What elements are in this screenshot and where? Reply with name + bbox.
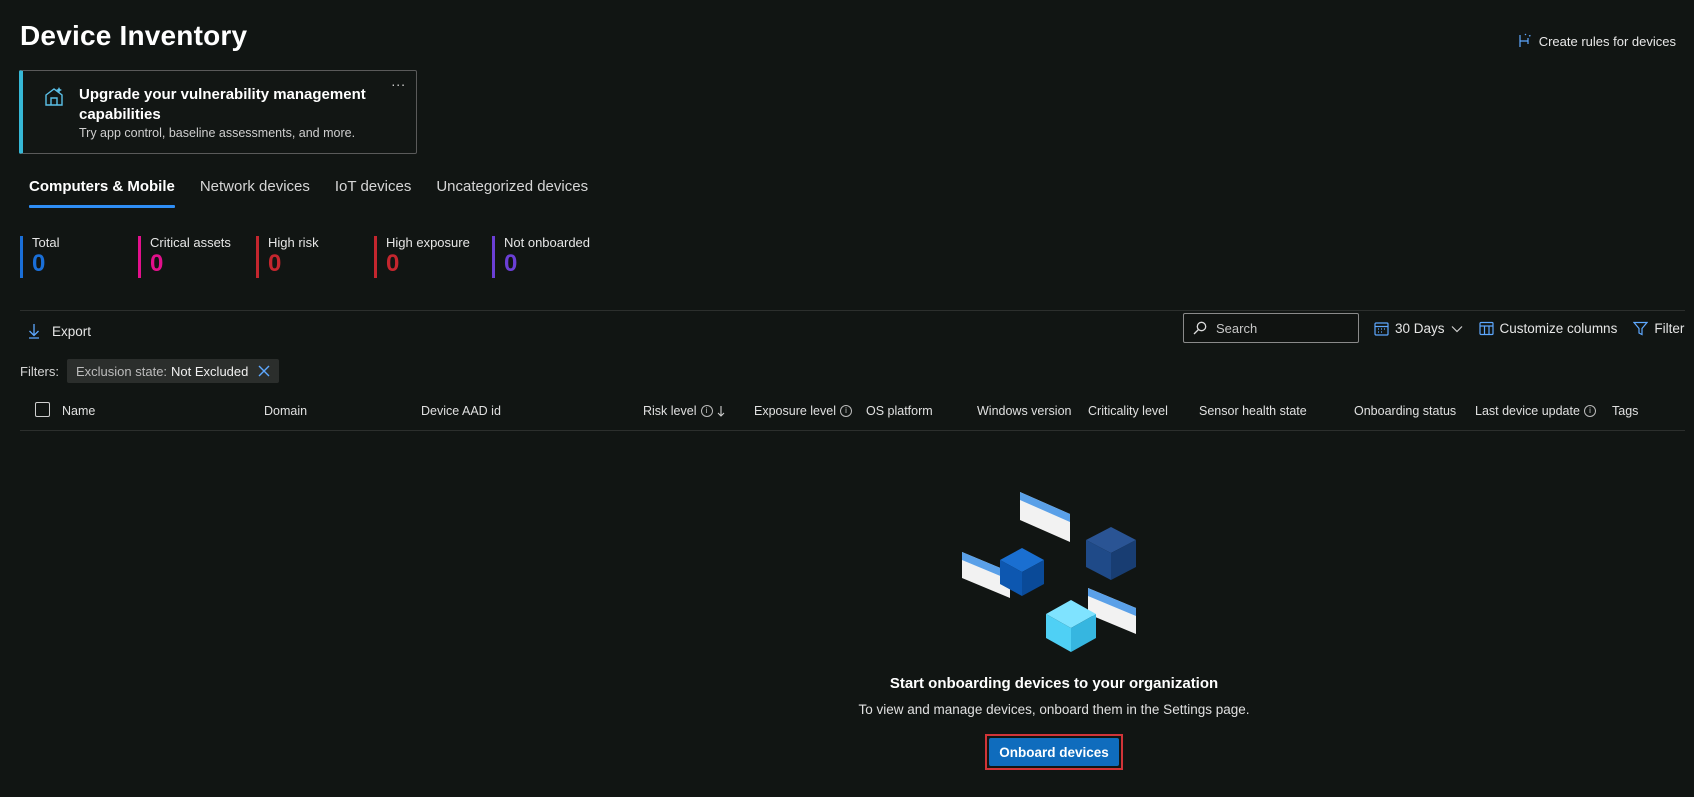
- create-rules-label: Create rules for devices: [1538, 33, 1676, 49]
- filter-button[interactable]: Filter: [1633, 321, 1684, 336]
- info-icon: i: [700, 405, 713, 417]
- search-input[interactable]: [1214, 319, 1353, 337]
- column-label: Tags: [1612, 404, 1639, 418]
- download-arrow-icon: [29, 324, 39, 339]
- column-label: OS platform: [866, 404, 933, 418]
- empty-state-subtitle: To view and manage devices, onboard them…: [858, 702, 1250, 717]
- rules-sparkle-icon: [1519, 33, 1531, 47]
- device-type-tabs: Computers & Mobile Network devices IoT d…: [20, 172, 604, 208]
- onboard-button-highlight: Onboard devices: [985, 734, 1123, 770]
- search-icon: [1193, 321, 1207, 335]
- column-header-os-platform[interactable]: OS platform: [866, 404, 933, 418]
- date-range-label: 30 Days: [1395, 321, 1445, 336]
- device-table-header: Name Domain Device AAD id Risk level i E…: [20, 398, 1685, 431]
- stat-value: 0: [504, 250, 518, 277]
- column-label: Exposure level: [754, 404, 836, 418]
- stat-label: Not onboarded: [504, 235, 591, 250]
- stat-label: High exposure: [386, 235, 470, 250]
- column-header-onboarding-status[interactable]: Onboarding status: [1354, 404, 1456, 418]
- stat-label: High risk: [268, 235, 319, 250]
- date-range-dropdown[interactable]: 30 Days: [1374, 321, 1463, 336]
- column-label: Last device update: [1475, 404, 1580, 418]
- filter-chip-key: Exclusion state:: [76, 363, 168, 379]
- stat-value: 0: [32, 250, 46, 277]
- column-label: Windows version: [977, 404, 1072, 418]
- filter-label: Filter: [1654, 321, 1685, 336]
- upgrade-promo-card: Upgrade your vulnerability management ca…: [19, 70, 417, 154]
- onboard-devices-button[interactable]: Onboard devices: [989, 738, 1119, 766]
- promo-title: Upgrade your vulnerability management ca…: [79, 86, 366, 123]
- column-label: Criticality level: [1088, 404, 1168, 418]
- column-header-windows-version[interactable]: Windows version: [977, 404, 1071, 418]
- info-icon: i: [840, 405, 852, 417]
- column-header-tags[interactable]: Tags: [1612, 404, 1638, 418]
- column-header-risk-level[interactable]: Risk level i: [643, 404, 725, 418]
- column-label: Sensor health state: [1199, 404, 1307, 418]
- stat-value: 0: [150, 250, 164, 277]
- filter-icon: [1633, 321, 1649, 336]
- select-all-checkbox[interactable]: [35, 402, 50, 417]
- column-label: Name: [62, 404, 96, 418]
- arrow-down-icon: [717, 406, 724, 417]
- stat-value: 0: [386, 250, 400, 277]
- export-button[interactable]: Export: [28, 323, 91, 339]
- active-filters: Filters: Exclusion state: Not Excluded: [20, 359, 280, 383]
- toolbar-right: 30 Days Customize columns Filter: [1374, 321, 1684, 336]
- calendar-icon: [1374, 322, 1389, 336]
- info-icon: i: [1583, 405, 1596, 417]
- chevron-down-icon: [1451, 325, 1462, 332]
- customize-columns-label: Customize columns: [1499, 321, 1618, 336]
- upgrade-icon: [45, 87, 63, 106]
- stat-high-risk[interactable]: High risk 0: [256, 236, 374, 278]
- promo-subtitle: Try app control, baseline assessments, a…: [79, 126, 356, 140]
- column-header-name[interactable]: Name: [62, 404, 95, 418]
- tab-computers-mobile[interactable]: Computers & Mobile: [20, 172, 184, 208]
- export-label: Export: [52, 323, 92, 339]
- device-stats: Total 0 Critical assets 0 High risk 0 Hi…: [20, 236, 610, 278]
- search-box[interactable]: [1183, 313, 1359, 343]
- column-header-criticality-level[interactable]: Criticality level: [1088, 404, 1168, 418]
- stat-label: Critical assets: [150, 235, 231, 250]
- column-header-exposure-level[interactable]: Exposure level i: [754, 404, 852, 418]
- page-title: Device Inventory: [20, 20, 248, 51]
- stat-not-onboarded[interactable]: Not onboarded 0: [492, 236, 610, 278]
- cube-graphic: [1086, 527, 1136, 580]
- tab-network-devices[interactable]: Network devices: [191, 172, 319, 208]
- window-graphic: [1020, 492, 1070, 542]
- column-label: Domain: [264, 404, 308, 418]
- stat-high-exposure[interactable]: High exposure 0: [374, 236, 492, 278]
- filter-chip-value: Not Excluded: [171, 363, 249, 379]
- column-header-sensor-health-state[interactable]: Sensor health state: [1199, 404, 1307, 418]
- empty-state-title: Start onboarding devices to your organiz…: [889, 675, 1219, 692]
- section-divider: [20, 310, 1685, 311]
- column-label: Device AAD id: [421, 404, 501, 418]
- filter-chip-exclusion-state[interactable]: Exclusion state: Not Excluded: [67, 359, 280, 383]
- column-label: Onboarding status: [1354, 404, 1457, 418]
- filters-label: Filters:: [20, 363, 59, 379]
- more-options-button[interactable]: ...: [391, 73, 406, 89]
- close-icon[interactable]: [258, 365, 270, 377]
- column-header-last-device-update[interactable]: Last device update i: [1475, 404, 1596, 418]
- tab-uncategorized-devices[interactable]: Uncategorized devices: [427, 172, 597, 208]
- stat-critical-assets[interactable]: Critical assets 0: [138, 236, 256, 278]
- stat-label: Total: [32, 235, 60, 250]
- column-header-domain[interactable]: Domain: [264, 404, 307, 418]
- stat-total[interactable]: Total 0: [20, 236, 138, 278]
- tab-iot-devices[interactable]: IoT devices: [326, 172, 420, 208]
- column-header-device-aad-id[interactable]: Device AAD id: [421, 404, 501, 418]
- devices-illustration: [962, 492, 1136, 652]
- columns-icon: [1478, 321, 1494, 336]
- column-label: Risk level: [643, 404, 697, 418]
- create-rules-link[interactable]: Create rules for devices: [1516, 33, 1676, 49]
- stat-value: 0: [268, 250, 282, 277]
- customize-columns-button[interactable]: Customize columns: [1478, 321, 1618, 336]
